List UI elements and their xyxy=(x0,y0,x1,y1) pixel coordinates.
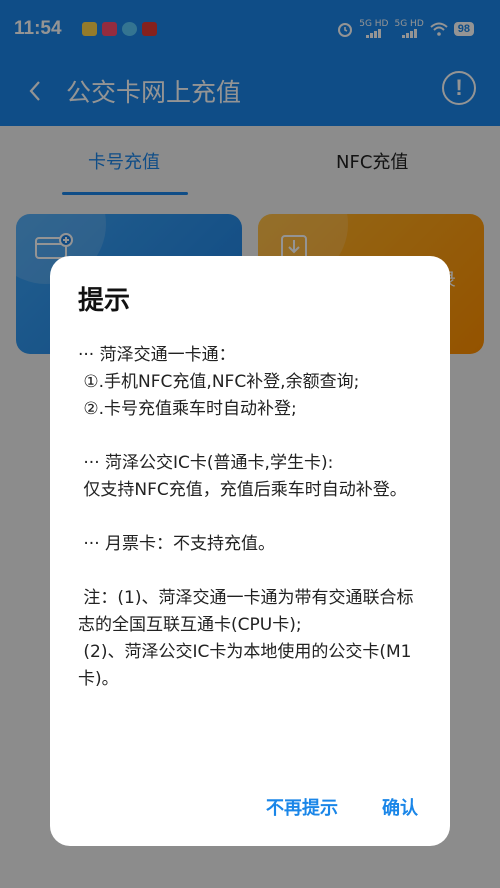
dialog-message: ··· 菏泽交通一卡通： ①.手机NFC充值,NFC补登,余额查询; ②.卡号充… xyxy=(78,345,414,689)
confirm-button[interactable]: 确认 xyxy=(382,794,418,820)
dialog-actions: 不再提示 确认 xyxy=(266,794,418,820)
dialog-title: 提示 xyxy=(78,286,131,316)
tip-dialog: 提示 ··· 菏泽交通一卡通： ①.手机NFC充值,NFC补登,余额查询; ②.… xyxy=(50,256,450,846)
dont-show-again-button[interactable]: 不再提示 xyxy=(266,794,338,820)
